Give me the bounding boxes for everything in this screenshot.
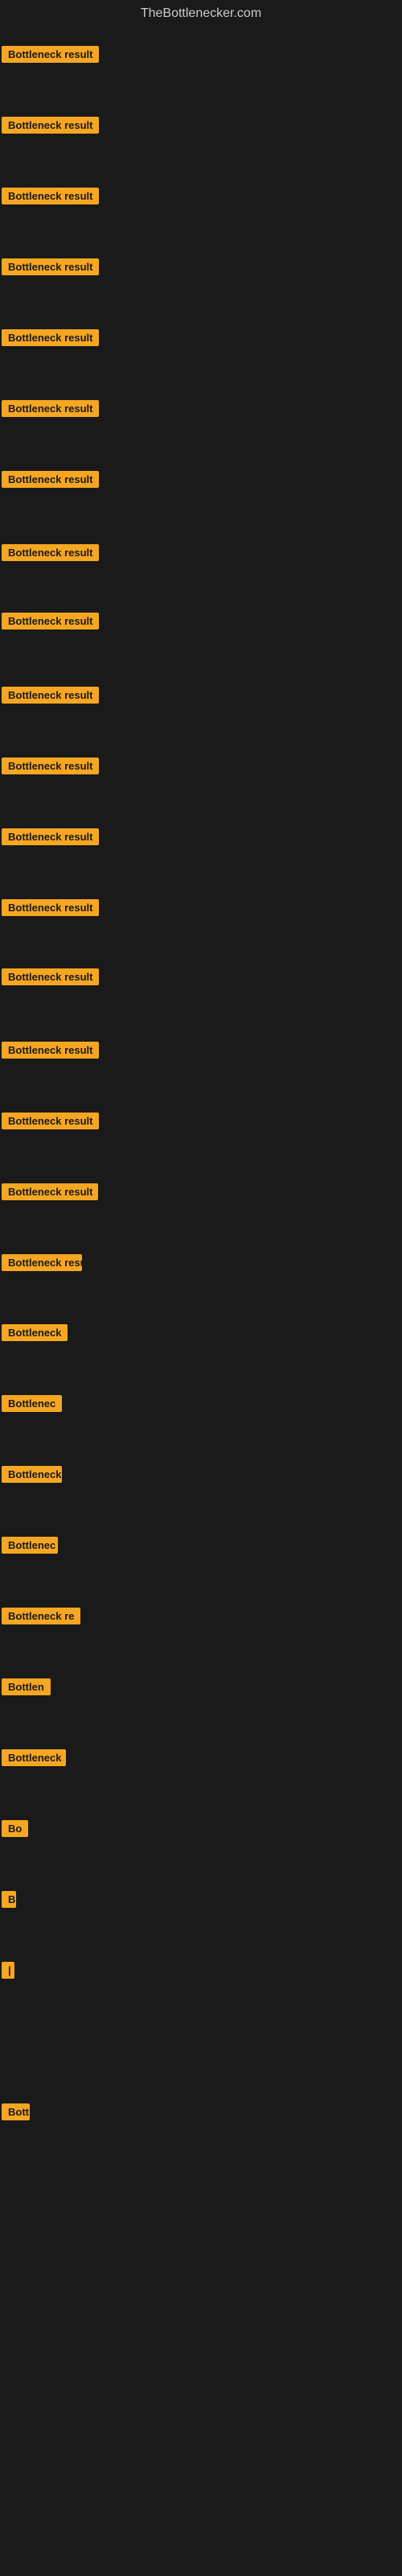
- bottleneck-label: Bottleneck result: [2, 968, 99, 985]
- bottleneck-label: Bottleneck result: [2, 329, 99, 346]
- bottleneck-result-item: Bottlenec: [2, 1537, 58, 1558]
- bottleneck-result-item: Bottleneck result: [2, 544, 99, 565]
- bottleneck-label: Bottleneck: [2, 1466, 62, 1483]
- site-title: TheBottlenecker.com: [0, 0, 402, 24]
- bottleneck-label: Bottleneck result: [2, 899, 99, 916]
- bottleneck-label: Bottleneck: [2, 1324, 68, 1341]
- bottleneck-label: Bottleneck result: [2, 46, 99, 63]
- bottleneck-result-item: Bottleneck result: [2, 968, 99, 989]
- bottleneck-label: Bottleneck result: [2, 471, 99, 488]
- bottleneck-result-item: Bottleneck result: [2, 1113, 99, 1133]
- bottleneck-label: Bottleneck result: [2, 758, 99, 774]
- bottleneck-label: Bottleneck result: [2, 1042, 99, 1059]
- bottleneck-result-item: Bottleneck re: [2, 1608, 80, 1629]
- bottleneck-label: Bott: [2, 2103, 30, 2120]
- bottleneck-result-item: Bottleneck result: [2, 613, 99, 634]
- bottleneck-label: Bottlenec: [2, 1395, 62, 1412]
- bottleneck-label: Bottleneck result: [2, 258, 99, 275]
- bottleneck-result-item: Bottlen: [2, 1678, 51, 1699]
- bottleneck-label: Bottleneck result: [2, 828, 99, 845]
- bottleneck-label: Bottlen: [2, 1678, 51, 1695]
- bottleneck-label: Bottleneck result: [2, 1183, 98, 1200]
- bottleneck-result-item: Bottleneck result: [2, 1042, 99, 1063]
- bottleneck-label: Bottleneck result: [2, 1254, 82, 1271]
- bottleneck-result-item: Bottleneck result: [2, 687, 99, 708]
- bottleneck-result-item: |: [2, 1962, 5, 1983]
- bottleneck-label: Bo: [2, 1820, 28, 1837]
- bottleneck-label: Bottleneck result: [2, 1113, 99, 1129]
- bottleneck-label: B: [2, 1891, 16, 1908]
- bottleneck-result-item: Bottlenec: [2, 1395, 62, 1416]
- bottleneck-label: Bottleneck: [2, 1749, 66, 1766]
- bottleneck-result-item: Bottleneck result: [2, 1254, 82, 1275]
- bottleneck-result-item: Bottleneck result: [2, 758, 99, 778]
- bottleneck-result-item: Bottleneck result: [2, 258, 99, 279]
- bottleneck-result-item: Bott: [2, 2103, 30, 2124]
- bottleneck-result-item: Bottleneck result: [2, 46, 99, 67]
- bottleneck-result-item: Bottleneck result: [2, 899, 99, 920]
- bottleneck-label: Bottleneck result: [2, 613, 99, 630]
- bottleneck-result-item: Bottleneck: [2, 1324, 68, 1345]
- bottleneck-result-item: Bottleneck result: [2, 828, 99, 849]
- bottleneck-result-item: Bottleneck: [2, 1749, 66, 1770]
- bottleneck-result-item: Bottleneck result: [2, 471, 99, 492]
- bottleneck-result-item: Bottleneck result: [2, 329, 99, 350]
- bottleneck-label: Bottleneck re: [2, 1608, 80, 1624]
- bottleneck-result-item: Bottleneck result: [2, 400, 99, 421]
- bottleneck-label: Bottlenec: [2, 1537, 58, 1554]
- bottleneck-result-item: Bottleneck result: [2, 1183, 98, 1204]
- bottleneck-label: Bottleneck result: [2, 117, 99, 134]
- bottleneck-result-item: Bottleneck result: [2, 188, 99, 208]
- bottleneck-result-item: Bottleneck result: [2, 117, 99, 138]
- bottleneck-label: Bottleneck result: [2, 544, 99, 561]
- bottleneck-label: |: [2, 1962, 14, 1979]
- bottleneck-result-item: Bottleneck: [2, 1466, 62, 1487]
- bottleneck-result-item: Bo: [2, 1820, 28, 1841]
- bottleneck-label: Bottleneck result: [2, 188, 99, 204]
- bottleneck-label: Bottleneck result: [2, 400, 99, 417]
- bottleneck-label: Bottleneck result: [2, 687, 99, 704]
- bottleneck-result-item: B: [2, 1891, 16, 1912]
